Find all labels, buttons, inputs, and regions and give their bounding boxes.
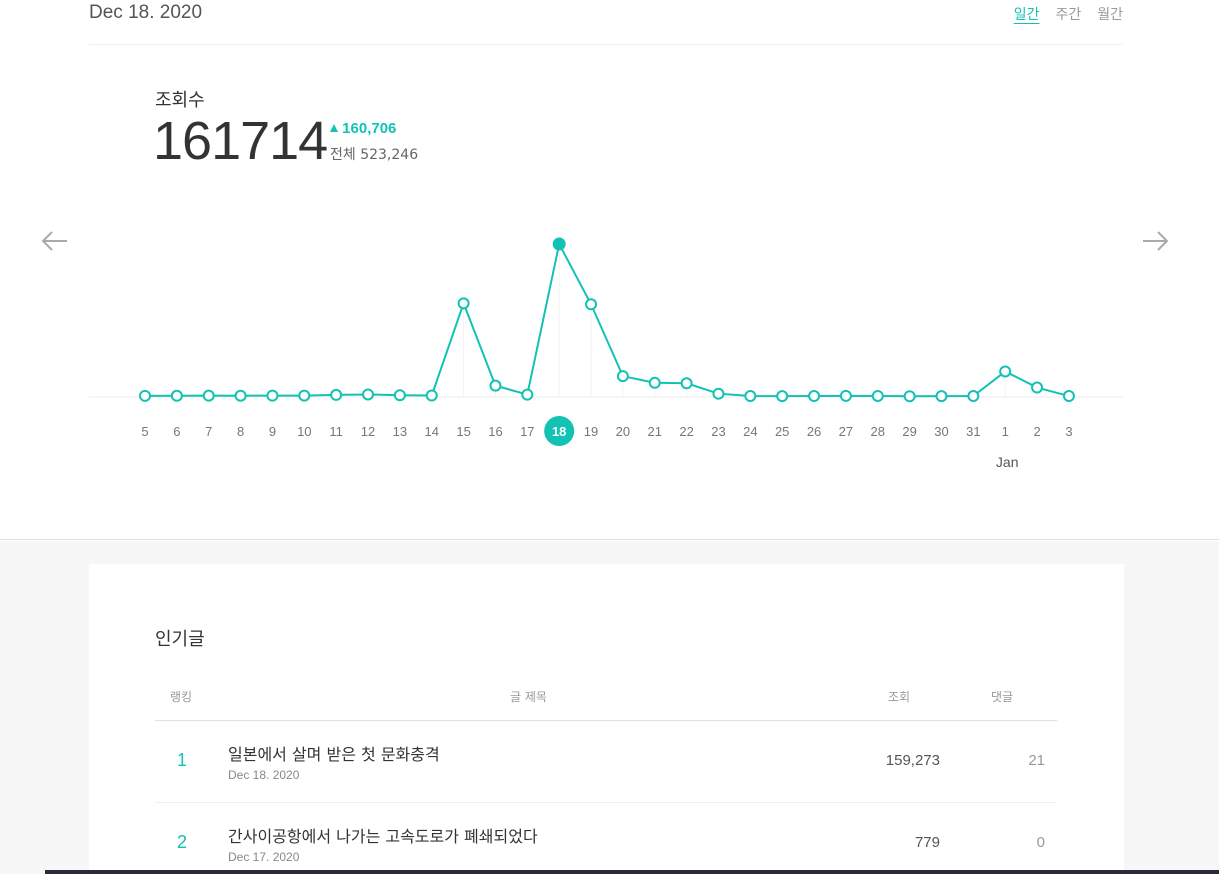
chart-tick-label: 25: [775, 424, 789, 439]
chart-tick-label: 11: [329, 424, 343, 439]
chart-point: [1062, 390, 1075, 403]
chart-point: [1031, 381, 1044, 394]
table-row[interactable]: 2 간사이공항에서 나가는 고속도로가 폐쇄되었다 Dec 17. 2020 7…: [155, 803, 1057, 874]
metric-value: 161714: [153, 111, 328, 171]
chart-point: [712, 387, 725, 400]
chart-tick-label: 22: [679, 424, 693, 439]
chart-tick-label: 6: [173, 424, 180, 439]
chart-point: [871, 389, 884, 402]
chart-point: [170, 389, 183, 402]
date-title: Dec 18. 2020: [89, 2, 203, 23]
metric-total: 전체 523,246: [330, 147, 419, 163]
chart-point: [202, 389, 215, 402]
chart-tick-label: 19: [584, 424, 598, 439]
chart-point: [935, 390, 948, 403]
chart-tick-label: 10: [297, 424, 311, 439]
row-comments: 21: [1028, 752, 1045, 769]
row-comments: 0: [1036, 834, 1045, 851]
chart-tick-label: 17: [520, 424, 534, 439]
chart-point: [585, 298, 598, 311]
row-title-link[interactable]: 일본에서 살며 받은 첫 문화충격: [228, 741, 440, 765]
chart-point: [744, 390, 757, 403]
chart-tick-label: 20: [616, 424, 630, 439]
chart-point: [393, 389, 406, 402]
chart-tick-label: 31: [966, 424, 980, 439]
chart-point: [999, 365, 1012, 378]
chart-point: [839, 389, 852, 402]
chart-tick-label: 9: [269, 424, 276, 439]
chart-point: [266, 389, 279, 402]
popular-section: 인기글 랭킹 글 제목 조회 댓글 1 일본에서 살며 받은 첫 문화충격 De…: [0, 541, 1219, 874]
col-views: 조회: [888, 690, 911, 704]
triangle-up-icon: [330, 124, 338, 132]
chart-tick-label: 15: [456, 424, 470, 439]
chart-point: [648, 376, 661, 389]
row-title-link[interactable]: 간사이공항에서 나가는 고속도로가 폐쇄되었다: [228, 823, 538, 847]
chart-tick-label: 23: [711, 424, 725, 439]
chart-point: [967, 390, 980, 403]
chart-point: [489, 379, 502, 392]
chart-point: [521, 388, 534, 401]
chart-tick-label: 24: [743, 424, 757, 439]
row-rank: 1: [177, 750, 188, 770]
chart-point: [298, 389, 311, 402]
tab-weekly[interactable]: 주간: [1055, 4, 1081, 24]
table-row[interactable]: 1 일본에서 살며 받은 첫 문화충격 Dec 18. 2020 159,273…: [155, 721, 1057, 803]
period-tabs: 일간 주간 월간: [1014, 4, 1123, 24]
metric-delta-value: 160,706: [342, 120, 397, 137]
chart-tick-label: 8: [237, 424, 244, 439]
row-rank: 2: [177, 832, 188, 852]
chart-point: [903, 390, 916, 403]
tab-daily[interactable]: 일간: [1014, 4, 1040, 24]
chart-tick-label: 21: [648, 424, 662, 439]
chart-point: [616, 370, 629, 383]
metric-delta: 160,706: [330, 120, 396, 137]
chart-tick-label: 29: [902, 424, 916, 439]
col-title: 글 제목: [510, 690, 547, 704]
chart-tick-label: 12: [361, 424, 375, 439]
chart-point: [457, 297, 470, 310]
chart-series-line: [144, 241, 1070, 398]
chart-point: [425, 389, 438, 402]
chart-tick-label: 3: [1065, 424, 1072, 439]
chart-month-label: Jan: [996, 454, 1019, 470]
col-rank: 랭킹: [170, 690, 193, 704]
popular-card: 인기글 랭킹 글 제목 조회 댓글 1 일본에서 살며 받은 첫 문화충격 De…: [89, 564, 1124, 874]
chart-tick-label: 13: [393, 424, 407, 439]
chart-point: [808, 390, 821, 403]
tab-monthly[interactable]: 월간: [1097, 4, 1123, 24]
chart-tick-label: 16: [488, 424, 502, 439]
chart-point: [680, 377, 693, 390]
row-date: Dec 17. 2020: [228, 850, 300, 864]
chart-point: [234, 389, 247, 402]
chart-point: [362, 388, 375, 401]
row-views: 779: [914, 834, 940, 851]
row-date: Dec 18. 2020: [228, 768, 300, 782]
chart-tick-label: 30: [934, 424, 948, 439]
stats-panel: Dec 18. 2020 일간 주간 월간 조회수 161714 160,706…: [0, 0, 1219, 540]
row-views: 159,273: [885, 752, 940, 769]
chart-point: [776, 390, 789, 403]
table-header: 랭킹 글 제목 조회 댓글: [155, 686, 1057, 721]
os-taskbar: [45, 870, 1219, 874]
views-line-chart: 5 6 7 8 9 10 11 12 13 14 15 16 17 18 19 20 21 22 23 24 25 26 2…: [89, 237, 1123, 470]
chart-tick-label: 27: [839, 424, 853, 439]
chart-tick-label: 18: [552, 424, 566, 439]
popular-title: 인기글: [155, 629, 205, 650]
chart-point: [139, 389, 151, 402]
chart-tick-label: 28: [871, 424, 885, 439]
col-comments: 댓글: [991, 690, 1014, 704]
chart-point: [552, 237, 566, 251]
divider: [89, 44, 1123, 45]
chart-tick-label: 14: [425, 424, 439, 439]
metric-label: 조회수: [155, 90, 205, 111]
chart-tick-label: 7: [205, 424, 212, 439]
chart-point: [330, 388, 343, 401]
chart-tick-label: 1: [1002, 424, 1009, 439]
chart-tick-label: 26: [807, 424, 821, 439]
chart-tick-label: 2: [1033, 424, 1040, 439]
chart-tick-label: 5: [141, 424, 148, 439]
